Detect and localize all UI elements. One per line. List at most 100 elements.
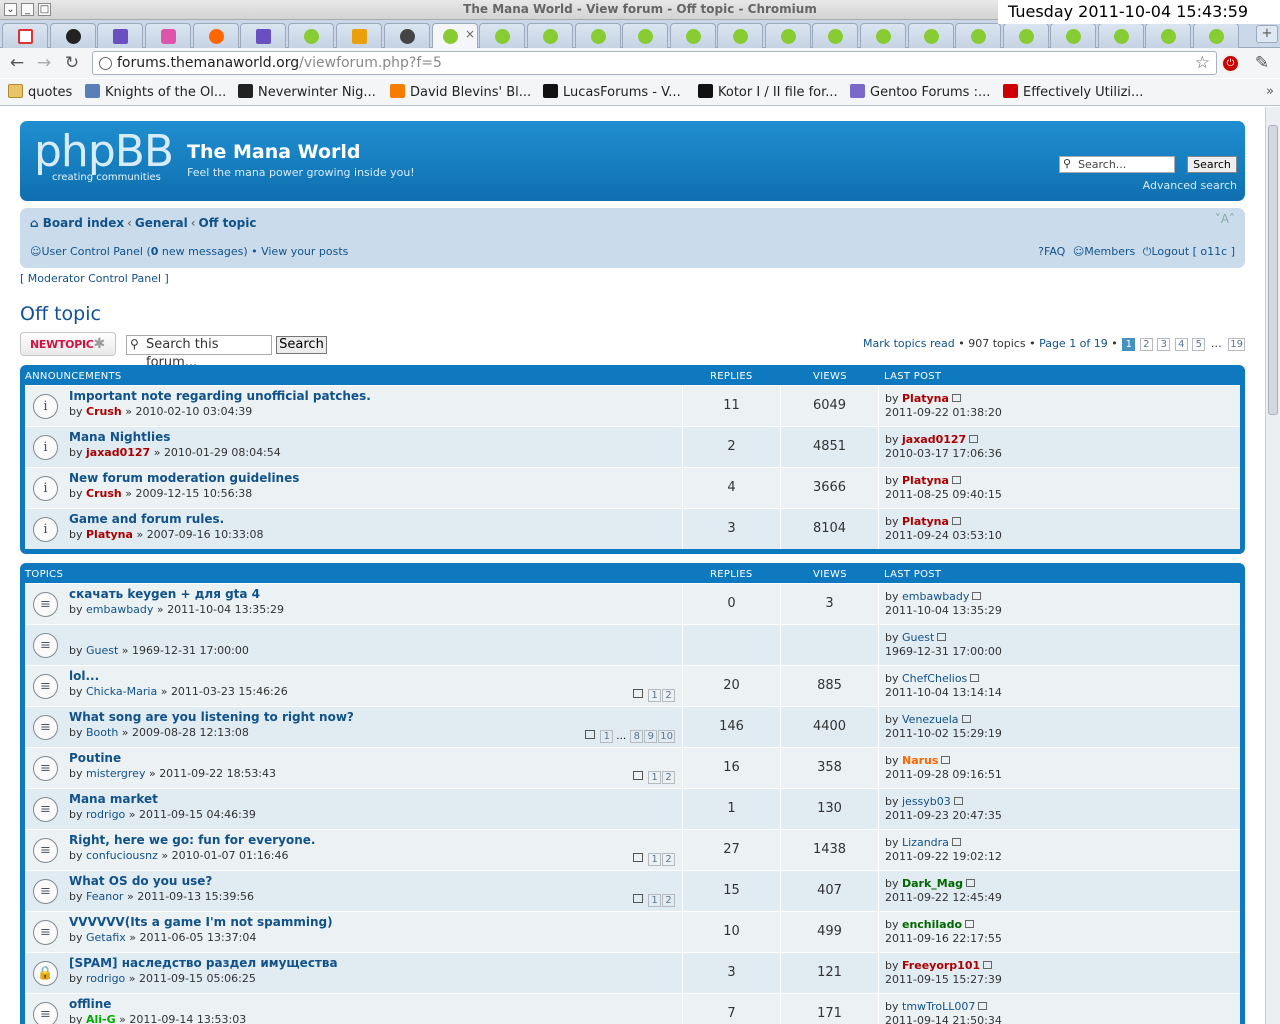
last-post-author-link[interactable]: Platyna xyxy=(902,392,949,405)
last-post-author-link[interactable]: Platyna xyxy=(902,474,949,487)
topic-page-link[interactable]: 2 xyxy=(662,894,675,907)
bookmark-star-icon[interactable]: ☆ xyxy=(1195,53,1210,73)
view-latest-post-icon[interactable] xyxy=(972,592,982,600)
topic-title-link[interactable]: Mana market xyxy=(69,792,158,806)
page-link[interactable]: 19 xyxy=(1228,338,1245,351)
forward-icon[interactable]: → xyxy=(34,53,54,73)
logout-link[interactable]: Logout [ o11c ] xyxy=(1151,245,1235,258)
topic-page-link[interactable]: 1 xyxy=(648,853,661,866)
page-info[interactable]: Page 1 of 19 xyxy=(1039,337,1108,350)
page-scrollbar[interactable] xyxy=(1265,107,1280,1024)
last-post-author-link[interactable]: enchilado xyxy=(902,918,962,931)
page-link[interactable]: 3 xyxy=(1157,338,1171,351)
last-post-author-link[interactable]: Lizandra xyxy=(902,836,949,849)
page-link[interactable]: 4 xyxy=(1174,338,1188,351)
tab-4[interactable] xyxy=(145,23,191,48)
tab-22[interactable] xyxy=(1003,23,1049,48)
tab-9[interactable] xyxy=(384,23,430,48)
last-post-author-link[interactable]: ChefChelios xyxy=(902,672,967,685)
faq-link[interactable]: FAQ xyxy=(1044,245,1065,258)
tab-25[interactable] xyxy=(1145,23,1191,48)
mark-topics-read-link[interactable]: Mark topics read xyxy=(863,337,955,350)
bookmark-folder-quotes[interactable]: quotes xyxy=(8,84,72,100)
last-post-author-link[interactable]: Freeyorp101 xyxy=(902,959,980,972)
tab-active[interactable]: × xyxy=(432,23,478,48)
topic-title-link[interactable]: What song are you listening to right now… xyxy=(69,710,354,724)
author-link[interactable]: Booth xyxy=(86,726,118,739)
last-post-author-link[interactable]: jessyb03 xyxy=(902,795,951,808)
advanced-search-link[interactable]: Advanced search xyxy=(1143,179,1237,192)
view-latest-post-icon[interactable] xyxy=(966,879,976,887)
tab-23[interactable] xyxy=(1050,23,1096,48)
view-latest-post-icon[interactable] xyxy=(951,517,961,525)
ucp-link[interactable]: User Control Panel (0 new messages) xyxy=(41,245,247,258)
topic-title-link[interactable]: Poutine xyxy=(69,751,121,765)
tab-5[interactable] xyxy=(193,23,239,48)
breadcrumb-board-index[interactable]: Board index xyxy=(43,216,124,230)
author-link[interactable]: jaxad0127 xyxy=(86,446,150,459)
extension-icon[interactable]: ⏻ xyxy=(1221,54,1240,73)
breadcrumb-off-topic[interactable]: Off topic xyxy=(199,216,257,230)
reload-icon[interactable]: ↻ xyxy=(62,53,82,73)
bookmark-item[interactable]: Kotor I / II file for... xyxy=(698,84,838,100)
bookmark-item[interactable]: Effectively Utilizi... xyxy=(1003,84,1143,100)
view-latest-post-icon[interactable] xyxy=(983,961,993,969)
topic-title-link[interactable]: lol... xyxy=(69,669,99,683)
breadcrumb-general[interactable]: General xyxy=(135,216,188,230)
bookmark-item[interactable]: David Blevins' Bl... xyxy=(390,84,531,100)
tab-13[interactable] xyxy=(575,23,621,48)
tab-8[interactable] xyxy=(336,23,382,48)
author-link[interactable]: Crush xyxy=(86,405,122,418)
view-latest-post-icon[interactable] xyxy=(965,920,975,928)
tab-19[interactable] xyxy=(860,23,906,48)
topic-page-link[interactable]: 2 xyxy=(662,853,675,866)
topic-page-link[interactable]: 1 xyxy=(648,689,661,702)
last-post-author-link[interactable]: Guest xyxy=(902,631,934,644)
last-post-author-link[interactable]: Dark_Mag xyxy=(902,877,963,890)
members-link[interactable]: Members xyxy=(1084,245,1135,258)
author-link[interactable]: Crush xyxy=(86,487,122,500)
header-search-input[interactable]: Search... xyxy=(1059,156,1175,173)
topic-title-link[interactable]: What OS do you use? xyxy=(69,874,212,888)
bookmark-item[interactable]: LucasForums - V... xyxy=(543,84,681,100)
author-link[interactable]: Guest xyxy=(86,644,118,657)
topic-title-link[interactable]: offline xyxy=(69,997,111,1011)
topic-title-link[interactable]: Game and forum rules. xyxy=(69,512,224,526)
tab-26[interactable] xyxy=(1193,23,1239,48)
tab-17[interactable] xyxy=(765,23,811,48)
new-topic-button[interactable]: NEWTOPIC✱ xyxy=(20,332,116,356)
view-posts-link[interactable]: View your posts xyxy=(261,245,348,258)
tab-18[interactable] xyxy=(812,23,858,48)
bookmark-item[interactable]: Neverwinter Nig... xyxy=(238,84,376,100)
tab-7[interactable] xyxy=(288,23,334,48)
last-post-author-link[interactable]: Venezuela xyxy=(902,713,959,726)
bookmark-item[interactable]: Gentoo Forums :... xyxy=(850,84,990,100)
author-link[interactable]: Ali-G xyxy=(86,1013,116,1024)
new-tab-button[interactable]: + xyxy=(1256,25,1278,43)
view-latest-post-icon[interactable] xyxy=(970,674,980,682)
author-link[interactable]: mistergrey xyxy=(86,767,145,780)
tab-20[interactable] xyxy=(908,23,954,48)
tab-12[interactable] xyxy=(527,23,573,48)
scrollbar-thumb[interactable] xyxy=(1268,125,1278,415)
topic-title-link[interactable]: VVVVVV(Its a game I'm not spamming) xyxy=(69,915,333,929)
topic-page-link[interactable]: 1 xyxy=(648,894,661,907)
page-link[interactable]: 1 xyxy=(1122,338,1136,351)
last-post-author-link[interactable]: embawbady xyxy=(902,590,969,603)
view-latest-post-icon[interactable] xyxy=(951,476,961,484)
tab-21[interactable] xyxy=(955,23,1001,48)
tab-15[interactable] xyxy=(670,23,716,48)
author-link[interactable]: embawbady xyxy=(86,603,153,616)
close-tab-icon[interactable]: × xyxy=(465,27,475,41)
page-link[interactable]: 5 xyxy=(1192,338,1206,351)
view-latest-post-icon[interactable] xyxy=(953,797,963,805)
back-icon[interactable]: ← xyxy=(7,53,27,73)
last-post-author-link[interactable]: tmwTroLL007 xyxy=(902,1000,975,1013)
view-latest-post-icon[interactable] xyxy=(951,838,961,846)
topic-page-link[interactable]: 10 xyxy=(658,730,675,743)
tab-11[interactable] xyxy=(479,23,525,48)
wrench-icon[interactable]: ✎ xyxy=(1252,53,1272,73)
font-size-toggle[interactable]: ˅A˄ xyxy=(1215,212,1235,226)
tab-14[interactable] xyxy=(622,23,668,48)
view-latest-post-icon[interactable] xyxy=(951,394,961,402)
